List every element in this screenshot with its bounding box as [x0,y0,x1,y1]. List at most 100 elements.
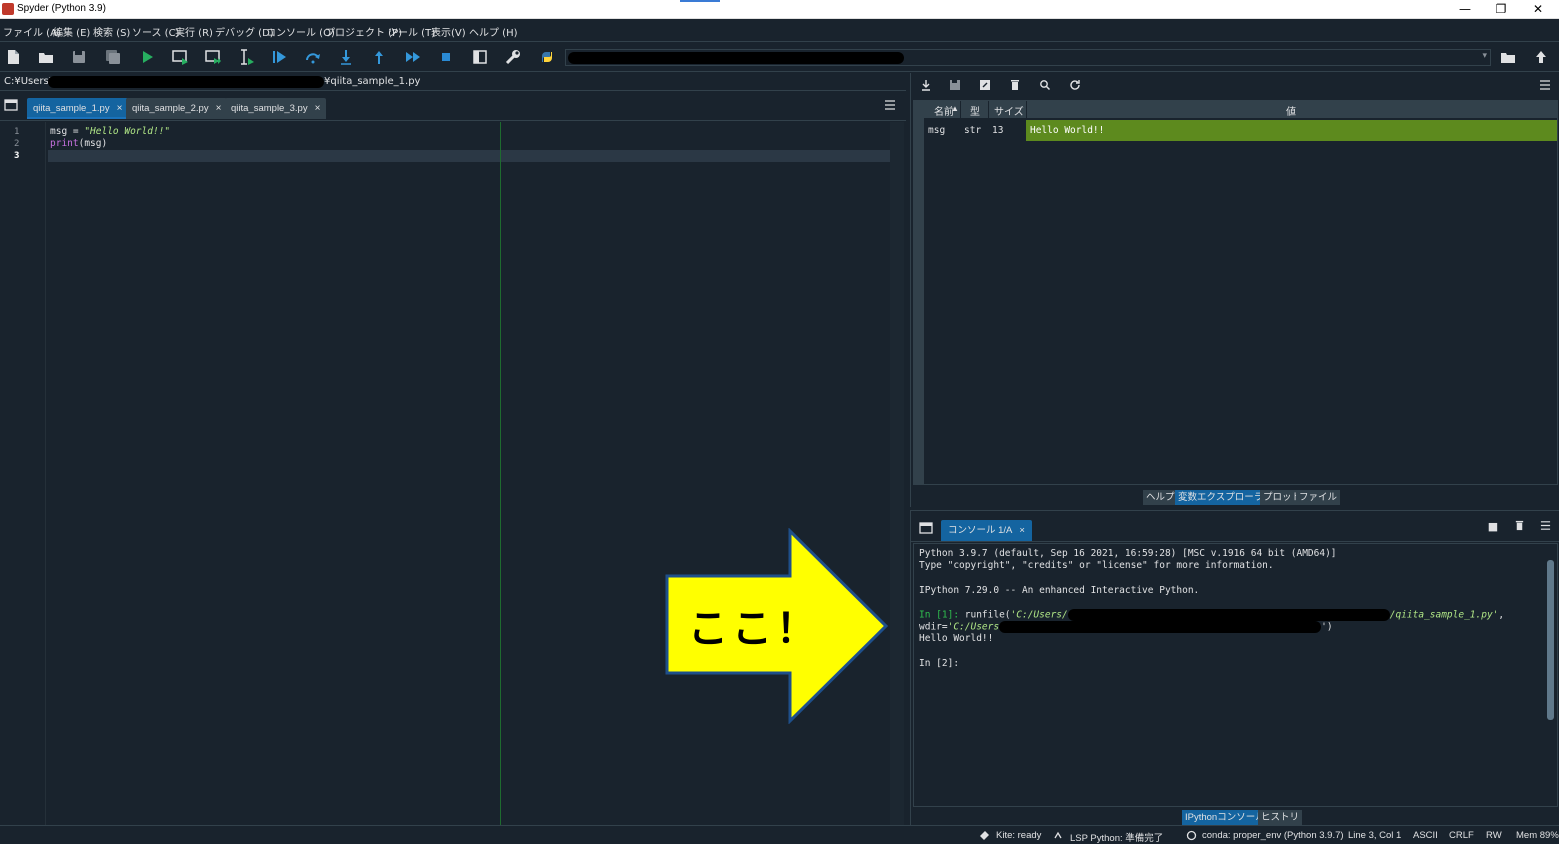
row-header-gutter [914,118,924,484]
run-icon[interactable] [136,46,158,68]
clear-console-icon[interactable] [1512,520,1526,534]
menu-tools[interactable]: ツール (T) [388,24,435,39]
code-string: "Hello World!!" [84,126,171,137]
parent-directory-icon[interactable] [1530,46,1552,68]
options-menu-icon[interactable] [1538,78,1552,92]
step-into-icon[interactable] [335,46,357,68]
column-divider [1026,101,1027,118]
spyder-window: Spyder (Python 3.9) — ❐ ✕ ファイル (A) 編集 (E… [0,0,1559,844]
menu-edit[interactable]: 編集 (E) [53,24,90,39]
status-memory: Mem 89% [1516,830,1559,841]
scrollbar-thumb[interactable] [1547,560,1554,720]
options-menu-icon[interactable] [884,100,896,110]
console-output[interactable]: Python 3.9.7 (default, Sep 16 2021, 16:5… [913,543,1558,807]
console-output-line: Hello World!! [919,633,994,644]
browse-tabs-icon[interactable] [919,522,933,534]
kite-icon [980,831,989,840]
stop-kernel-icon[interactable]: ■ [1486,520,1500,534]
menu-debug[interactable]: デバッグ (D) [215,24,274,39]
menu-source[interactable]: ソース (C) [132,24,179,39]
lsp-icon [1054,831,1062,839]
status-lsp[interactable]: LSP Python: 準備完了 [1070,830,1163,844]
title-bar: Spyder (Python 3.9) — ❐ ✕ [0,0,1559,19]
variable-size: 13 [992,125,1004,136]
editor-tab-qiita-sample-1[interactable]: qiita_sample_1.py × [27,98,129,119]
menu-view[interactable]: 表示(V) [431,24,466,39]
menu-search[interactable]: 検索 (S) [93,24,130,39]
console-wdir-line: wdir='C:/Users ') [919,621,1333,633]
sort-ascending-icon: ▲ [951,104,959,113]
pane-tab-files[interactable]: ファイル [1296,490,1341,505]
column-header-size[interactable]: サイズ [994,103,1024,118]
step-return-icon[interactable] [368,46,390,68]
command-string: /qiita_sample_1.py' [1389,609,1499,621]
console-tab[interactable]: コンソール 1/A × [941,520,1032,541]
spyder-app-icon [2,3,14,15]
stop-icon[interactable] [435,46,457,68]
browse-folder-icon[interactable] [1497,46,1519,68]
variable-explorer-pane-tabs: ヘルプ 変数エクスプローラー プロット ファイル [911,489,1559,507]
pane-tab-ipython-console[interactable]: IPythonコンソール [1182,810,1268,825]
options-menu-icon[interactable] [1538,520,1552,534]
new-file-icon[interactable] [2,46,24,68]
code-builtin: print [50,138,79,149]
editor-tab-qiita-sample-2[interactable]: qiita_sample_2.py × [126,98,228,119]
chevron-down-icon[interactable]: ▾ [1482,51,1487,61]
refresh-icon[interactable] [1068,78,1082,92]
status-conda-env[interactable]: conda: proper_env (Python 3.9.7) [1202,830,1344,841]
run-cell-icon[interactable] [169,46,191,68]
preferences-icon[interactable] [502,46,524,68]
console-input-prompt[interactable]: In [2]: [919,658,959,669]
variable-table-header: 名前 ▲ 型 サイズ 値 [914,101,1557,118]
close-icon[interactable]: × [315,103,321,114]
save-data-icon[interactable] [948,78,962,92]
console-line: Type "copyright", "credits" or "license"… [919,560,1274,571]
column-header-value[interactable]: 値 [1286,103,1296,118]
run-cell-advance-icon[interactable] [202,46,224,68]
close-icon[interactable]: × [117,103,123,114]
pane-tab-history[interactable]: ヒストリ [1258,810,1303,825]
minimize-button[interactable]: — [1448,1,1482,17]
redacted-path [1067,609,1390,621]
line-number-current: 3 [14,151,20,161]
main-toolbar: ▾ [0,42,1559,72]
editor-scrollbar[interactable] [890,122,904,825]
continue-icon[interactable] [402,46,424,68]
status-cursor-position: Line 3, Col 1 [1348,830,1402,841]
menu-bar: ファイル (A) 編集 (E) 検索 (S) ソース (C) 実行 (R) デバ… [0,19,1559,42]
variable-table[interactable]: 名前 ▲ 型 サイズ 値 msg str 13 Hello World!! [913,100,1558,485]
working-directory-combobox[interactable]: ▾ [565,49,1491,66]
browse-tabs-icon[interactable] [4,99,18,111]
import-data-icon[interactable] [919,78,933,92]
open-file-icon[interactable] [35,46,57,68]
tab-label: qiita_sample_3.py [231,103,308,114]
menu-help[interactable]: ヘルプ (H) [469,24,518,39]
status-rw-mode: RW [1486,830,1502,841]
save-all-icon[interactable] [102,46,124,68]
save-icon[interactable] [68,46,90,68]
variable-name: msg [928,125,946,136]
remove-all-variables-icon[interactable] [1008,78,1022,92]
close-button[interactable]: ✕ [1521,1,1555,17]
search-icon[interactable] [1038,78,1052,92]
debug-icon[interactable] [268,46,290,68]
run-selection-icon[interactable] [235,46,257,68]
menu-run[interactable]: 実行 (R) [175,24,213,39]
save-data-as-icon[interactable] [978,78,992,92]
table-row[interactable]: msg str 13 Hello World!! [914,120,1557,141]
console-scrollbar[interactable] [1546,550,1555,802]
column-header-type[interactable]: 型 [970,103,980,118]
edge-line [500,122,501,825]
step-over-icon[interactable] [302,46,324,68]
console-tab-label: コンソール 1/A [948,525,1013,536]
close-icon[interactable]: × [216,103,222,114]
status-kite[interactable]: Kite: ready [996,830,1041,841]
close-icon[interactable]: × [1019,525,1025,536]
maximize-pane-icon[interactable] [469,46,491,68]
python-path-icon[interactable] [536,46,558,68]
pane-tab-help[interactable]: ヘルプ [1143,490,1178,505]
tab-label: qiita_sample_1.py [33,103,110,114]
restore-button[interactable]: ❐ [1484,1,1518,17]
editor-tab-qiita-sample-3[interactable]: qiita_sample_3.py × [225,98,327,119]
input-prompt: In [1]: [919,609,965,621]
